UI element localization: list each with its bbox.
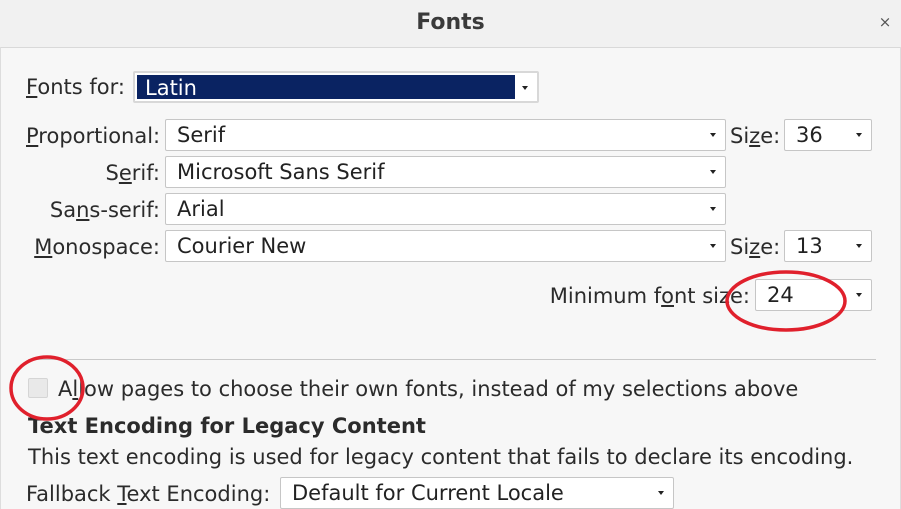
monospace-select[interactable]: Courier New: [165, 230, 726, 262]
allow-pages-label[interactable]: Allow pages to choose their own fonts, i…: [58, 375, 798, 403]
proportional-select[interactable]: Serif: [165, 119, 726, 151]
chevron-down-icon: [522, 86, 528, 90]
serif-label: Serif:: [105, 161, 160, 185]
allow-pages-checkbox[interactable]: [28, 378, 48, 398]
chevron-down-icon: [658, 491, 664, 495]
sans-serif-select[interactable]: Arial: [165, 193, 726, 225]
fonts-for-label: Fonts for:: [26, 75, 125, 99]
chevron-down-icon: [710, 170, 716, 174]
dialog-title: Fonts: [416, 10, 485, 35]
fonts-for-value: Latin: [145, 76, 197, 100]
proportional-size-value: 36: [796, 123, 823, 147]
minimum-font-size-label: Minimum font size:: [549, 284, 750, 308]
proportional-size-label: Size:: [730, 124, 781, 148]
proportional-value: Serif: [177, 123, 226, 147]
chevron-down-icon: [710, 133, 716, 137]
title-bar: Fonts ×: [0, 0, 901, 48]
encoding-heading: Text Encoding for Legacy Content: [28, 414, 426, 438]
fonts-for-select[interactable]: Latin: [133, 71, 539, 103]
sans-serif-label: Sans-serif:: [49, 198, 160, 222]
chevron-down-icon: [710, 207, 716, 211]
monospace-label: Monospace:: [34, 235, 160, 259]
fallback-encoding-label: Fallback Text Encoding:: [26, 482, 271, 506]
monospace-size-value: 13: [796, 234, 823, 258]
section-divider: [28, 359, 876, 360]
minimum-font-size-select[interactable]: 24: [755, 279, 872, 311]
monospace-value: Courier New: [177, 234, 307, 258]
fallback-encoding-value: Default for Current Locale: [292, 481, 564, 505]
monospace-size-label: Size:: [730, 235, 781, 259]
chevron-down-icon: [710, 244, 716, 248]
chevron-down-icon: [856, 293, 862, 297]
fallback-encoding-select[interactable]: Default for Current Locale: [280, 477, 674, 509]
sans-serif-value: Arial: [177, 197, 225, 221]
serif-value: Microsoft Sans Serif: [177, 160, 385, 184]
dialog-border: [0, 47, 1, 509]
close-icon[interactable]: ×: [877, 13, 893, 31]
chevron-down-icon: [856, 133, 862, 137]
encoding-description: This text encoding is used for legacy co…: [28, 445, 854, 469]
proportional-label: Proportional:: [26, 124, 161, 148]
monospace-size-select[interactable]: 13: [784, 230, 872, 262]
proportional-size-select[interactable]: 36: [784, 119, 872, 151]
serif-select[interactable]: Microsoft Sans Serif: [165, 156, 726, 188]
chevron-down-icon: [856, 244, 862, 248]
minimum-font-size-value: 24: [767, 283, 794, 307]
